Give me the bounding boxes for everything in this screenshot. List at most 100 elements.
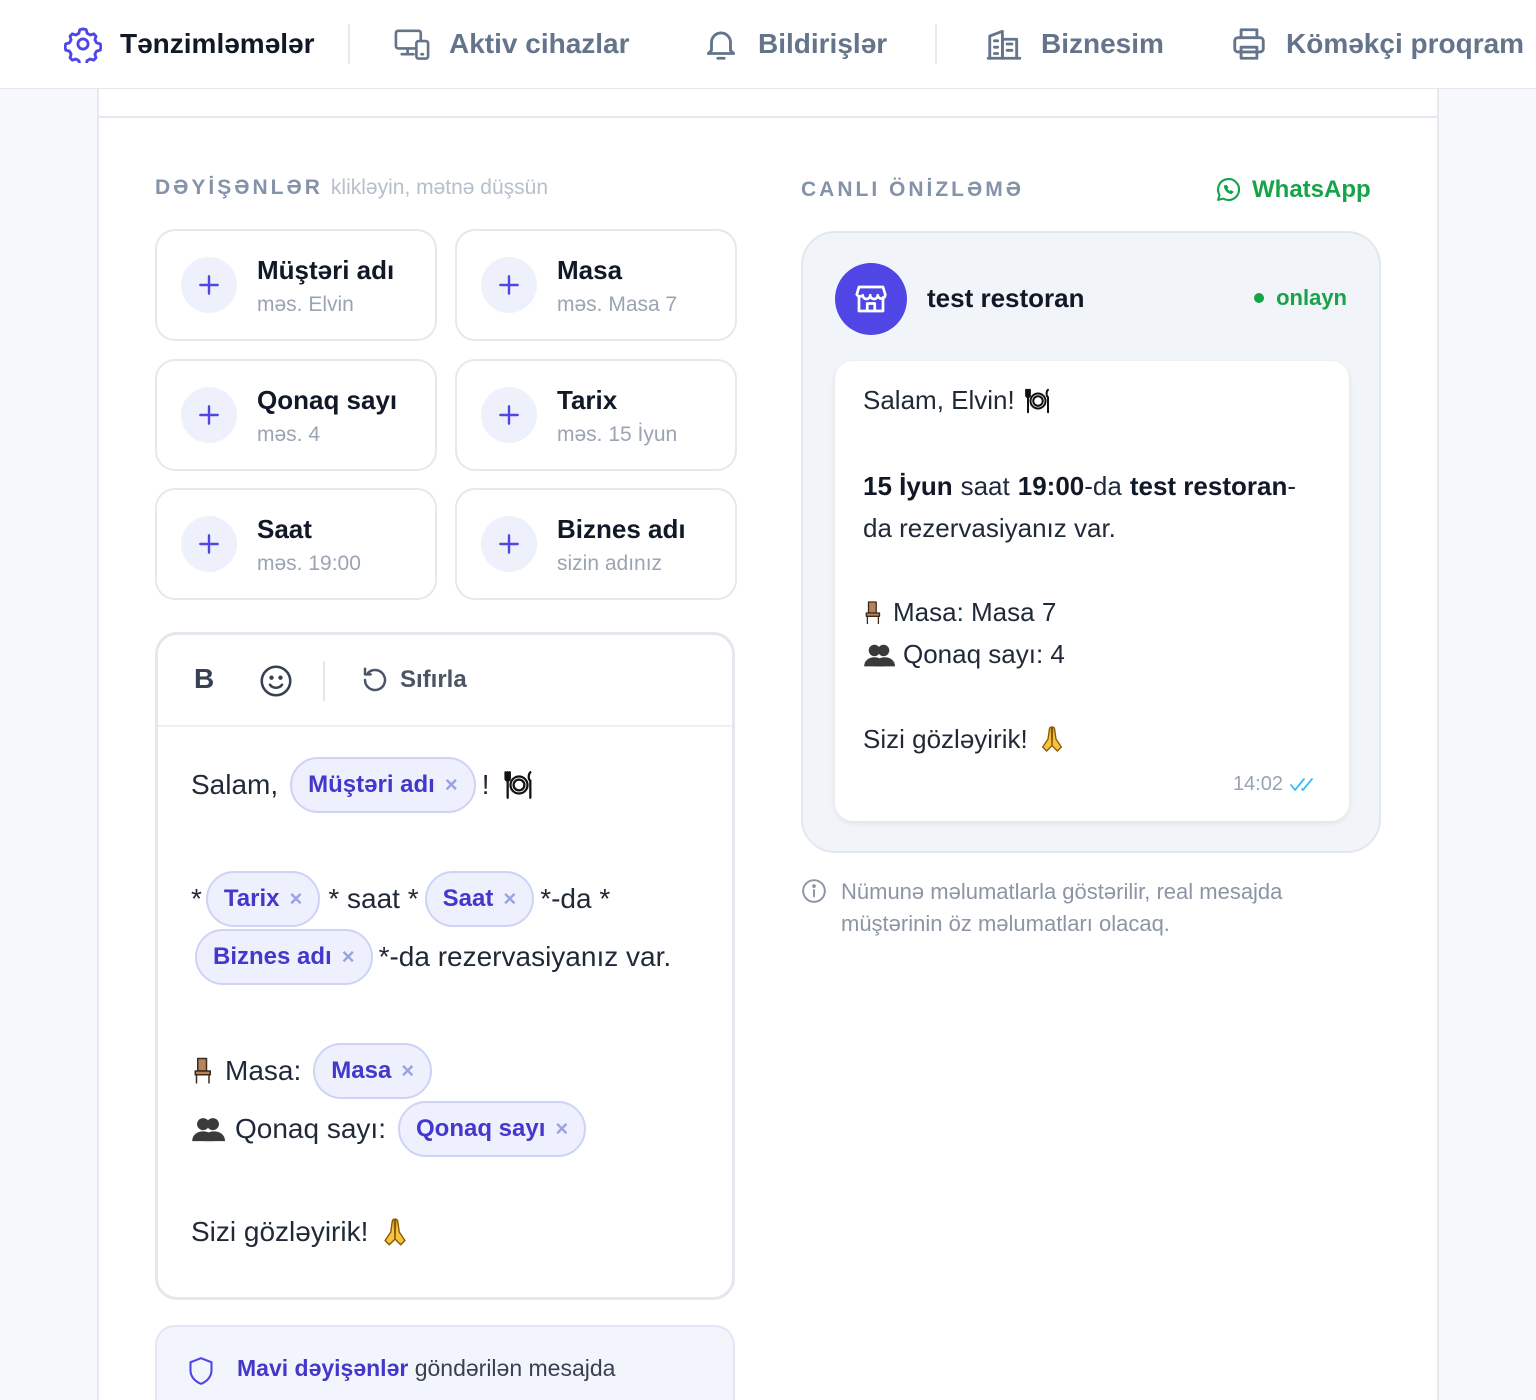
bubble-text: Salam, Elvin!	[863, 385, 1015, 415]
bubble-line: Salam, Elvin!	[863, 385, 1053, 416]
variable-chip-business-name[interactable]: Biznes adı ×	[195, 929, 373, 985]
plus-icon	[181, 516, 237, 572]
variable-chip-customer-name[interactable]: Müştəri adı ×	[290, 757, 476, 813]
variable-title: Masa	[557, 255, 623, 285]
bubble-text: -	[1287, 471, 1296, 501]
editor-text: !	[481, 769, 490, 800]
chip-label: Müştəri adı	[308, 771, 435, 798]
timestamp-text: 14:02	[1232, 773, 1283, 795]
editor-line: Biznes adı × *-da rezervasiyanız var.	[195, 929, 671, 985]
people-icon	[863, 642, 895, 668]
chip-label: Saat	[442, 885, 494, 912]
bubble-line: 15 İyun saat 19:00 -da test restoran -	[863, 471, 1296, 502]
bubble-text: -da	[1084, 471, 1122, 501]
chip-label: Masa	[331, 1057, 392, 1084]
shield-icon	[187, 1355, 215, 1387]
preview-heading: CANLI ÖNİZLƏMƏ	[801, 178, 1024, 201]
editor-text: *	[191, 883, 202, 914]
whatsapp-text: WhatsApp	[1252, 176, 1371, 203]
variable-card-business-name[interactable]: Biznes adı sizin adınız	[455, 488, 737, 600]
nav-tab-active-devices[interactable]: Aktiv cihazlar	[393, 0, 630, 88]
variable-chip-time[interactable]: Saat ×	[424, 871, 535, 927]
gear-icon	[64, 25, 102, 63]
reset-label: Sıfırla	[400, 666, 467, 693]
chip-remove-icon[interactable]: ×	[401, 1058, 414, 1084]
folded-hands-icon	[378, 1215, 412, 1249]
variable-chip-guest-count[interactable]: Qonaq sayı ×	[397, 1101, 587, 1157]
plus-icon	[481, 516, 537, 572]
nav-divider	[348, 24, 350, 64]
editor-line: Sizi gözləyirik!	[191, 1215, 412, 1249]
chair-icon	[191, 1056, 217, 1086]
variable-example: məs. 4	[257, 423, 321, 446]
bubble-line: Sizi gözləyirik!	[863, 723, 1068, 755]
plate-cutlery-icon	[502, 768, 536, 802]
variable-chip-date[interactable]: Tarix ×	[205, 871, 321, 927]
bold-button[interactable]: B	[194, 663, 214, 695]
chip-remove-icon[interactable]: ×	[555, 1116, 568, 1142]
chip-remove-icon[interactable]: ×	[445, 772, 458, 798]
nav-tab-notifications[interactable]: Bildirişlər	[702, 0, 887, 88]
variable-card-customer-name[interactable]: Müştəri adı məs. Elvin	[155, 229, 437, 341]
message-editor[interactable]: B Sıfırla Salam, Müştəri adı × ! * Tarix…	[155, 632, 735, 1300]
bell-icon	[702, 25, 740, 63]
online-dot	[1254, 293, 1265, 303]
live-preview-panel: test restoran onlayn Salam, Elvin! 15 İy…	[801, 231, 1381, 853]
bubble-bold-business: test restoran	[1129, 471, 1288, 501]
editor-text: *-da *	[540, 883, 611, 914]
plus-icon	[481, 387, 537, 443]
variable-title: Qonaq sayı	[257, 385, 398, 415]
devices-icon	[393, 25, 431, 63]
editor-line: Qonaq sayı: Qonaq sayı ×	[191, 1101, 587, 1157]
note-text: Nümunə məlumatlarla göstərilir, real mes…	[841, 876, 1282, 940]
chip-remove-icon[interactable]: ×	[290, 886, 303, 912]
nav-tab-helper-app[interactable]: Köməkçi proqram	[1230, 0, 1524, 88]
editor-toolbar: B Sıfırla	[158, 635, 732, 727]
message-timestamp: 14:02	[1233, 773, 1321, 796]
bubble-line: Qonaq sayı: 4	[863, 639, 1065, 670]
store-icon	[853, 281, 889, 317]
chip-remove-icon[interactable]: ×	[342, 944, 355, 970]
variable-example: sizin adınız	[557, 552, 663, 575]
variable-card-date[interactable]: Tarix məs. 15 İyun	[455, 359, 737, 471]
status-text: onlayn	[1276, 285, 1347, 310]
editor-text: Qonaq sayı:	[235, 1113, 386, 1144]
chip-remove-icon[interactable]: ×	[503, 886, 516, 912]
emoji-button[interactable]	[258, 663, 294, 699]
top-navigation: Tənzimləmələr Aktiv cihazlar Bildirişlər	[0, 0, 1536, 89]
variable-example: məs. Masa 7	[557, 293, 678, 316]
note-line: müştərinin öz məlumatları olacaq.	[841, 911, 1170, 936]
card-divider	[99, 116, 1437, 118]
plus-icon	[181, 387, 237, 443]
smiley-icon	[258, 663, 294, 699]
online-status: onlayn	[1254, 285, 1347, 311]
building-icon	[985, 25, 1023, 63]
whatsapp-icon	[1214, 176, 1242, 204]
preview-note: Nümunə məlumatlarla göstərilir, real mes…	[801, 876, 1282, 940]
variables-hint: klikləyin, mətnə düşsün	[330, 176, 549, 199]
bubble-line: Masa: Masa 7	[863, 597, 1056, 628]
variable-card-guest-count[interactable]: Qonaq sayı məs. 4	[155, 359, 437, 471]
plate-cutlery-icon	[1023, 386, 1053, 416]
business-avatar	[835, 263, 907, 335]
variable-chip-table[interactable]: Masa ×	[313, 1043, 433, 1099]
plus-icon	[481, 257, 537, 313]
business-name: test restoran	[927, 283, 1085, 313]
info-highlight: Mavi dəyişənlər	[237, 1355, 409, 1381]
variable-card-table[interactable]: Masa məs. Masa 7	[455, 229, 737, 341]
variables-heading: DƏYİŞƏNLƏR klikləyin, mətnə düşsün	[155, 176, 548, 200]
variable-title: Tarix	[557, 385, 618, 415]
variable-example: məs. 19:00	[257, 552, 361, 575]
people-icon	[191, 1115, 225, 1143]
message-bubble: Salam, Elvin! 15 İyun saat 19:00 -da tes…	[835, 361, 1349, 821]
variable-card-time[interactable]: Saat məs. 19:00	[155, 488, 437, 600]
editor-text: * saat *	[328, 883, 419, 914]
variable-title: Biznes adı	[557, 514, 686, 544]
reset-button[interactable]: Sıfırla	[360, 665, 467, 695]
nav-tab-settings[interactable]: Tənzimləmələr	[64, 0, 315, 88]
nav-tab-my-business[interactable]: Biznesim	[985, 0, 1164, 88]
editor-text: Sizi gözləyirik!	[191, 1216, 369, 1247]
bubble-bold-date: 15 İyun	[863, 471, 953, 501]
chip-label: Qonaq sayı	[415, 1115, 546, 1142]
variable-title: Müştəri adı	[257, 255, 395, 285]
